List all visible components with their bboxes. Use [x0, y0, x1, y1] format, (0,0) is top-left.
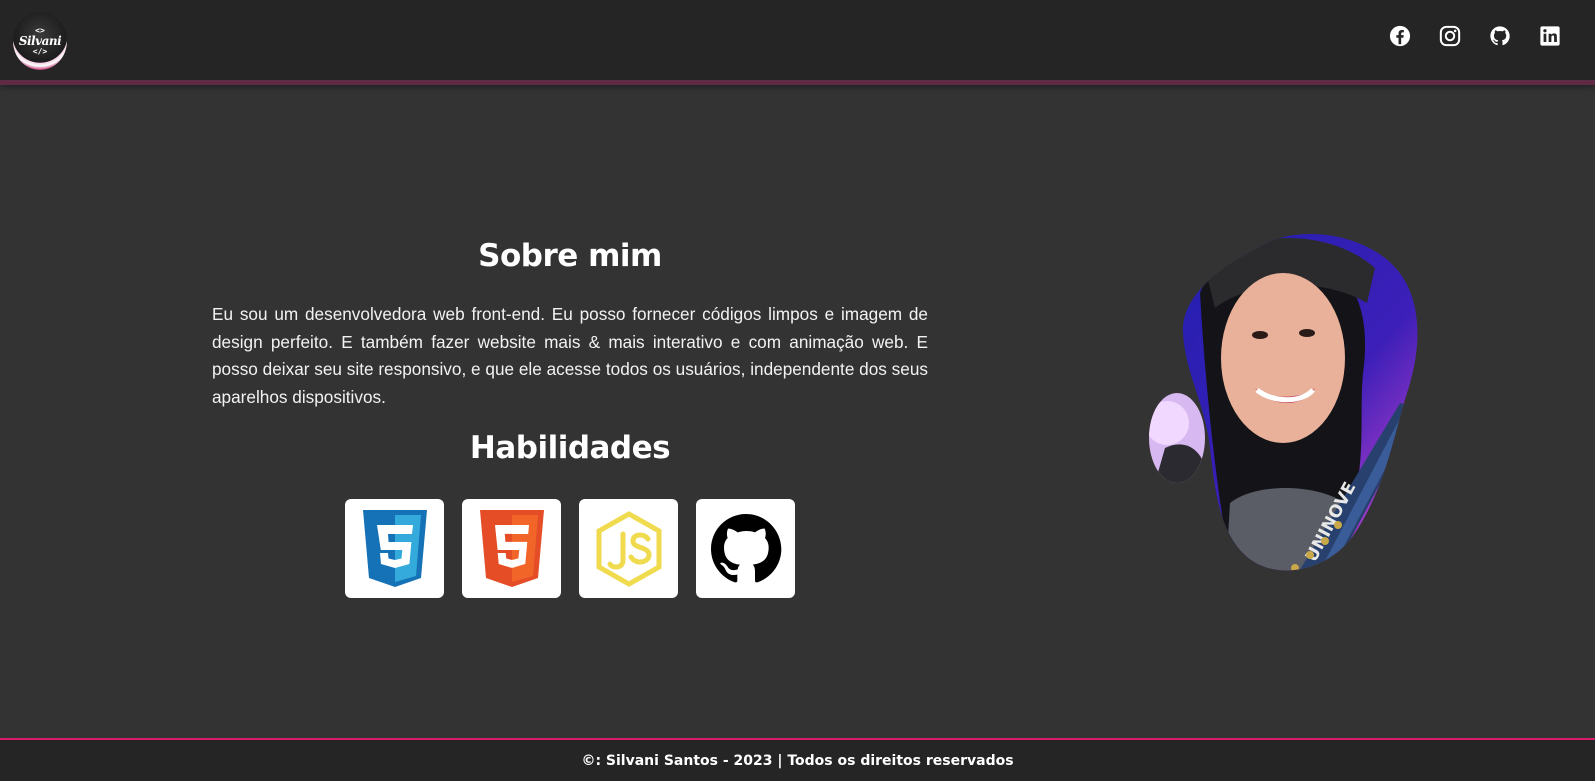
- skill-github: [696, 499, 795, 598]
- logo-name: Silvani: [18, 33, 62, 48]
- linkedin-icon: [1540, 26, 1560, 46]
- skill-nodejs: [579, 499, 678, 598]
- html5-icon: [479, 509, 544, 587]
- about-text: Eu sou um desenvolvedora web front-end. …: [212, 304, 928, 407]
- facebook-icon: [1389, 25, 1411, 47]
- skills-title: Habilidades: [469, 430, 671, 466]
- logo-brackets-bottom: </>: [32, 46, 48, 56]
- nodejs-icon: [596, 510, 661, 587]
- site-header: <> Silvani </>: [0, 0, 1595, 85]
- skill-css3: [345, 499, 444, 598]
- github-icon: [1490, 26, 1510, 46]
- profile-photo-blob: UNINOVE: [1149, 234, 1418, 571]
- site-logo[interactable]: <> Silvani </>: [13, 12, 67, 70]
- instagram-link[interactable]: [1439, 25, 1461, 47]
- github-link[interactable]: [1489, 25, 1511, 47]
- social-links: [1389, 25, 1561, 47]
- linkedin-link[interactable]: [1539, 25, 1561, 47]
- skill-html5: [462, 499, 561, 598]
- footer-copyright: ©: Silvani Santos - 2023 | Todos os dire…: [581, 752, 1014, 769]
- skills-list: [345, 499, 795, 598]
- profile-photo: UNINOVE: [1145, 233, 1445, 588]
- facebook-link[interactable]: [1389, 25, 1411, 47]
- instagram-icon: [1439, 25, 1461, 47]
- css3-icon: [362, 509, 427, 587]
- about-title: Sobre mim: [478, 238, 662, 274]
- github-icon: [710, 513, 781, 582]
- site-footer: ©: Silvani Santos - 2023 | Todos os dire…: [0, 738, 1595, 781]
